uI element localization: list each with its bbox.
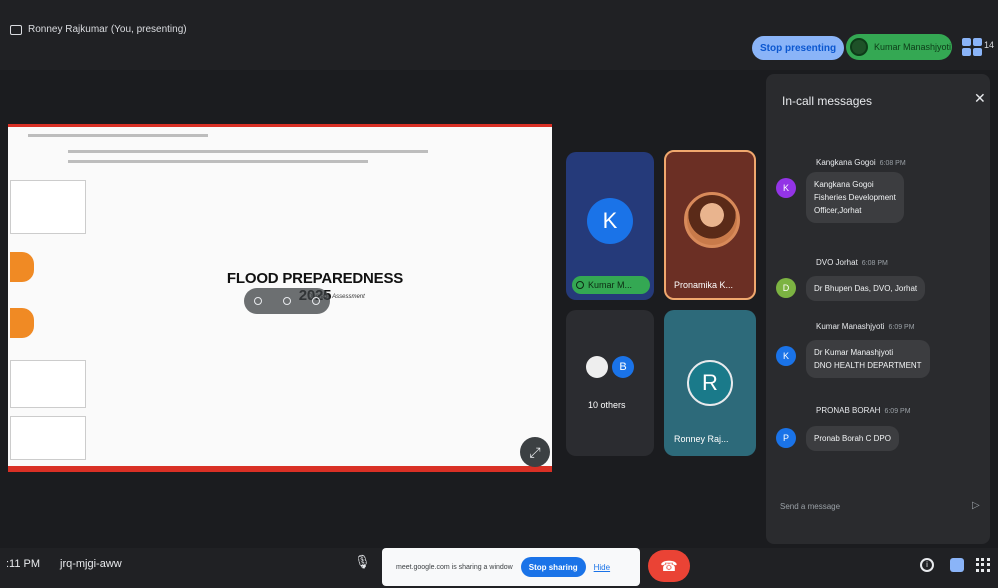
message-header: Kangkana Gogoi 6:08 PM — [816, 158, 906, 167]
active-speaker-pill[interactable]: Kumar Manashjyoti — [846, 34, 952, 60]
tile-name-chip: Kumar M... — [572, 276, 650, 294]
zoom-icon[interactable] — [282, 297, 291, 305]
message-header: Kumar Manashjyoti 6:09 PM — [816, 322, 915, 331]
tile-name: Ronney Raj... — [674, 434, 729, 444]
chat-panel: In-call messages ✕ Kangkana Gogoi 6:08 PM… — [766, 74, 990, 544]
sharing-text: meet.google.com is sharing a window — [396, 563, 513, 571]
avatar: R — [687, 360, 733, 406]
participant-tile-pronamika[interactable]: Pronamika K... — [664, 150, 756, 300]
mic-icon[interactable]: 🎙 — [354, 554, 374, 578]
participants-icon[interactable] — [962, 38, 982, 56]
avatar — [684, 192, 740, 248]
avatar — [586, 356, 608, 378]
stop-presenting-button[interactable]: Stop presenting — [752, 36, 845, 60]
mic-icon — [576, 281, 584, 289]
slide-thumbnail[interactable] — [10, 416, 86, 460]
message-bubble: Pronab Borah C DPO — [806, 426, 899, 451]
others-label: 10 others — [588, 400, 626, 410]
info-icon[interactable]: i — [920, 558, 934, 572]
avatar: K — [587, 198, 633, 244]
more-icon[interactable] — [311, 297, 320, 305]
slide-thumbnail[interactable] — [10, 252, 34, 282]
ribbon-row — [68, 150, 428, 153]
ribbon-row — [68, 160, 368, 163]
message-bubble: Dr Kumar Manashjyoti DNO HEALTH DEPARTME… — [806, 340, 930, 378]
tile-name: Pronamika K... — [674, 280, 734, 290]
message-bubble: Kangkana Gogoi Fisheries Development Off… — [806, 172, 904, 223]
chat-icon[interactable] — [950, 558, 964, 572]
end-call-button[interactable]: ☎ — [648, 550, 690, 582]
meeting-time: :11 PM — [6, 558, 41, 570]
avatar: P — [776, 428, 796, 448]
message-input[interactable]: Send a message — [780, 502, 980, 511]
expand-icon[interactable]: ⤢ — [520, 437, 550, 467]
slide-thumbnail[interactable] — [10, 180, 86, 234]
ribbon-row — [28, 134, 208, 137]
pin-icon[interactable] — [254, 297, 263, 305]
slide-overlay-controls[interactable] — [244, 288, 330, 314]
avatar: D — [776, 278, 796, 298]
slide-thumbnail[interactable] — [10, 308, 34, 338]
participant-count: 14 — [984, 40, 995, 50]
participant-tile-ronney[interactable]: R Ronney Raj... — [664, 310, 756, 456]
speaker-avatar — [850, 38, 868, 56]
presenter-label: Ronney Rajkumar (You, presenting) — [10, 24, 187, 35]
avatar: K — [776, 178, 796, 198]
chat-title: In-call messages — [782, 94, 873, 108]
present-screen-icon — [10, 24, 22, 35]
message-header: PRONAB BORAH 6:09 PM — [816, 406, 911, 415]
sharing-banner: meet.google.com is sharing a window Stop… — [382, 548, 640, 586]
presented-slide: FLOOD PREPAREDNESS 2025 Damage Assessmen… — [8, 124, 552, 472]
close-icon[interactable]: ✕ — [974, 90, 986, 107]
stop-sharing-button[interactable]: Stop sharing — [520, 557, 586, 577]
participant-tile-kumar[interactable]: K Kumar M... — [566, 152, 654, 300]
phone-hangup-icon: ☎ — [660, 557, 678, 574]
participant-tile-others[interactable]: B 10 others — [566, 310, 654, 456]
avatar: K — [776, 346, 796, 366]
send-icon[interactable]: ▷ — [972, 500, 980, 511]
speaker-name: Kumar Manashjyoti — [874, 42, 952, 52]
presenter-label-text: Ronney Rajkumar (You, presenting) — [28, 24, 187, 35]
hide-link[interactable]: Hide — [594, 563, 610, 572]
meeting-code: jrq-mjgi-aww — [60, 558, 122, 570]
message-header: DVO Jorhat 6:08 PM — [816, 258, 888, 267]
avatar: B — [612, 356, 634, 378]
message-bubble: Dr Bhupen Das, DVO, Jorhat — [806, 276, 926, 301]
top-bar — [0, 0, 998, 70]
slide-thumbnail[interactable] — [10, 360, 86, 408]
tile-name: Kumar M... — [588, 280, 633, 290]
slide-ribbon-accent — [8, 124, 552, 127]
activities-icon[interactable] — [976, 558, 990, 572]
